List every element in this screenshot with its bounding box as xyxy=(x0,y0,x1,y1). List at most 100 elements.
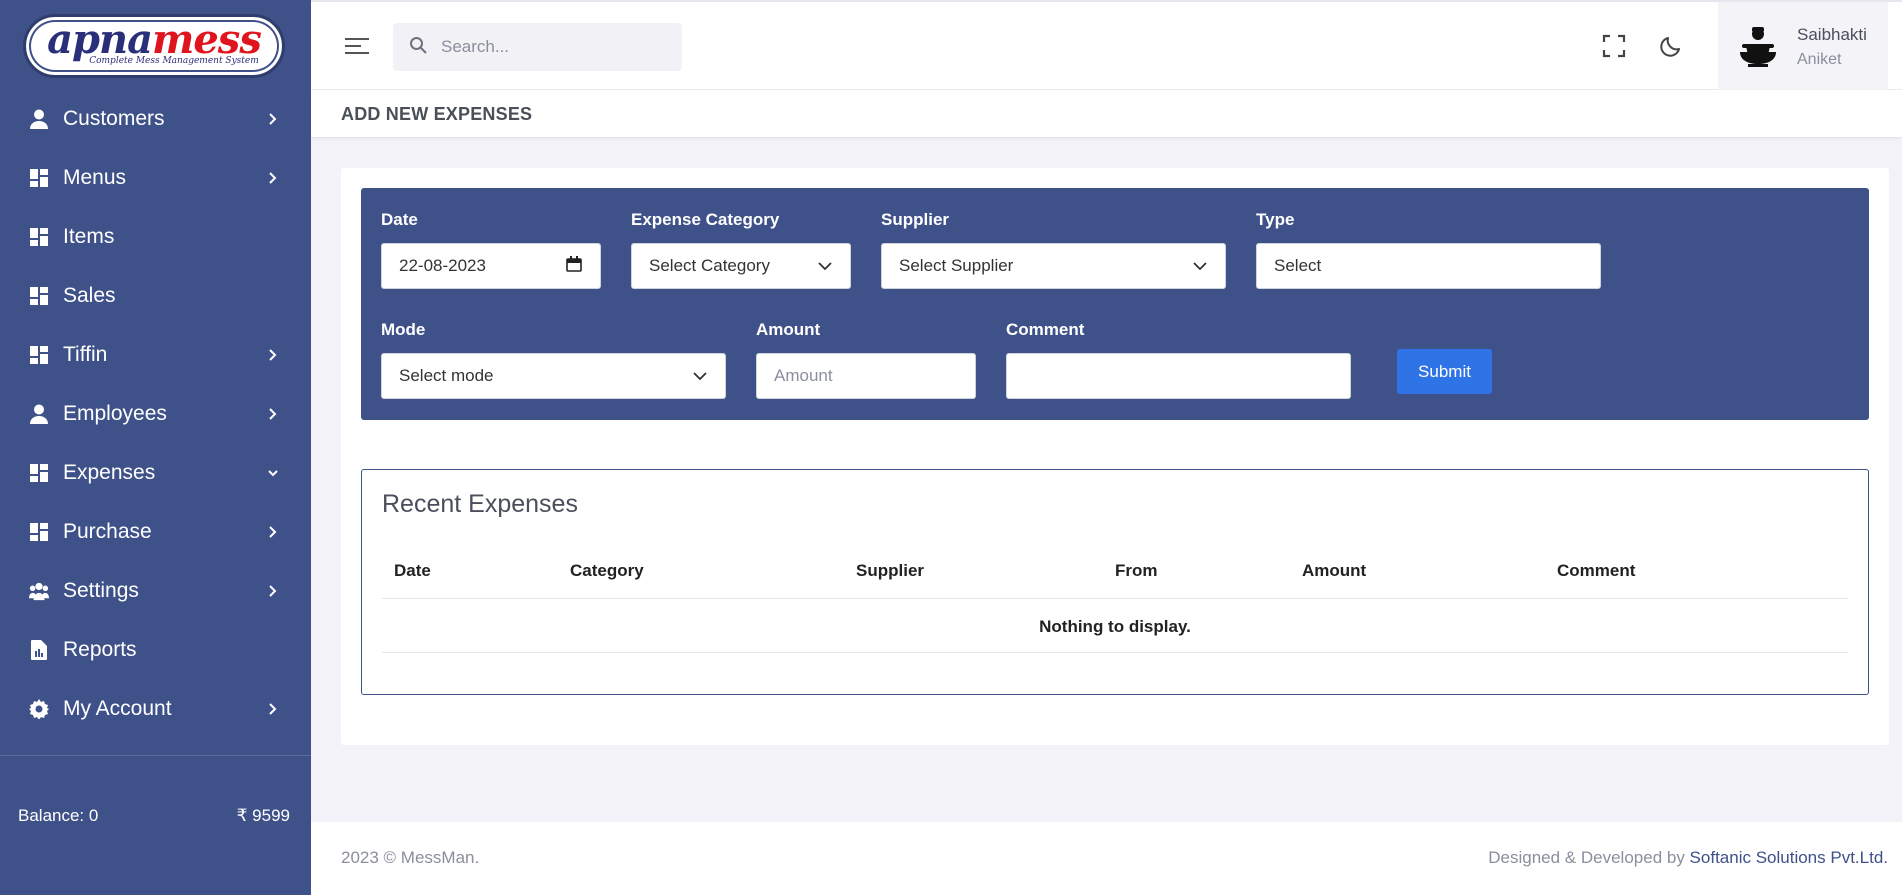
sidebar-item-label: Items xyxy=(63,224,115,248)
add-expense-form: Date 22-08-2023 Expense Category Select … xyxy=(361,188,1869,420)
sidebar-nav: Customers Menus Items Sales Tiffin Emplo… xyxy=(0,89,311,738)
balance-label: Balance: 0 xyxy=(18,806,99,825)
chevron-down-icon xyxy=(1193,256,1207,276)
balance-amount: ₹ 9599 xyxy=(236,806,290,825)
chevron-down-icon xyxy=(693,366,707,386)
sidebar-item-label: Expenses xyxy=(63,460,156,484)
hamburger-menu-icon[interactable] xyxy=(345,35,369,57)
search-box xyxy=(393,23,682,71)
search-icon xyxy=(409,36,427,59)
calendar-icon[interactable] xyxy=(566,255,582,277)
sidebar-item-expenses[interactable]: Expenses xyxy=(0,443,311,502)
sidebar-item-label: Menus xyxy=(63,165,127,189)
expense-category-label: Expense Category xyxy=(631,210,780,229)
chevron-right-icon xyxy=(265,347,281,363)
sidebar-item-my-account[interactable]: My Account xyxy=(0,679,311,738)
column-header-category: Category xyxy=(570,561,644,580)
dashboard-icon xyxy=(29,168,49,188)
top-header: Saibhakti Aniket xyxy=(311,0,1902,91)
sidebar-item-sales[interactable]: Sales xyxy=(0,266,311,325)
table-divider xyxy=(382,652,1848,653)
page-title-bar: ADD NEW EXPENSES xyxy=(311,90,1902,138)
chevron-right-icon xyxy=(265,406,281,422)
expense-category-value: Select Category xyxy=(649,256,770,275)
column-header-amount: Amount xyxy=(1302,561,1367,580)
dashboard-icon xyxy=(29,463,49,483)
sidebar-item-menus[interactable]: Menus xyxy=(0,148,311,207)
main-card: Date 22-08-2023 Expense Category Select … xyxy=(341,168,1889,745)
chevron-right-icon xyxy=(265,701,281,717)
search-input[interactable] xyxy=(441,37,661,57)
sidebar: apnamess Complete Mess Management System… xyxy=(0,0,311,895)
company-link[interactable]: Softanic Solutions Pvt.Ltd. xyxy=(1690,848,1888,867)
date-field[interactable]: 22-08-2023 xyxy=(381,243,601,289)
credit-prefix: Designed & Developed by xyxy=(1488,848,1690,867)
footer: 2023 © MessMan. Designed & Developed by … xyxy=(311,822,1902,895)
mode-label: Mode xyxy=(381,320,426,339)
sidebar-item-label: Sales xyxy=(63,283,116,307)
amount-placeholder: Amount xyxy=(774,366,833,385)
date-value: 22-08-2023 xyxy=(399,256,486,275)
date-label: Date xyxy=(381,210,418,229)
type-select[interactable]: Select xyxy=(1256,243,1601,289)
sidebar-item-label: Tiffin xyxy=(63,342,108,366)
copyright-text: 2023 © MessMan. xyxy=(341,848,480,867)
sidebar-item-purchase[interactable]: Purchase xyxy=(0,502,311,561)
sidebar-item-label: Employees xyxy=(63,401,167,425)
chevron-right-icon xyxy=(265,170,281,186)
comment-label: Comment xyxy=(1006,320,1085,339)
chevron-right-icon xyxy=(265,524,281,540)
sidebar-item-label: Settings xyxy=(63,578,139,602)
logo-tagline: Complete Mess Management System xyxy=(89,55,259,66)
sidebar-item-customers[interactable]: Customers xyxy=(0,89,311,148)
column-header-from: From xyxy=(1115,561,1158,580)
sidebar-item-tiffin[interactable]: Tiffin xyxy=(0,325,311,384)
user-icon xyxy=(29,404,49,424)
mode-value: Select mode xyxy=(399,366,494,385)
dashboard-icon xyxy=(29,286,49,306)
sidebar-item-label: Customers xyxy=(63,106,165,130)
supplier-value: Select Supplier xyxy=(899,256,1014,275)
avatar xyxy=(1738,26,1778,68)
balance-panel: Balance: 0 ₹ 9599 xyxy=(0,755,311,895)
users-icon xyxy=(29,581,49,601)
user-role: Aniket xyxy=(1797,51,1842,68)
sidebar-item-items[interactable]: Items xyxy=(0,207,311,266)
sidebar-item-employees[interactable]: Employees xyxy=(0,384,311,443)
sidebar-item-label: Reports xyxy=(63,637,137,661)
user-menu[interactable]: Saibhakti Aniket xyxy=(1718,2,1888,91)
table-divider xyxy=(382,598,1848,599)
page-title: ADD NEW EXPENSES xyxy=(341,104,533,124)
dashboard-icon xyxy=(29,522,49,542)
column-header-comment: Comment xyxy=(1557,561,1636,580)
fullscreen-icon[interactable] xyxy=(1602,34,1626,58)
credit-text: Designed & Developed by Softanic Solutio… xyxy=(1488,848,1888,868)
empty-table-message: Nothing to display. xyxy=(1039,617,1191,636)
submit-button[interactable]: Submit xyxy=(1397,349,1492,394)
column-header-date: Date xyxy=(394,561,431,580)
type-value: Select xyxy=(1274,256,1322,275)
sidebar-item-label: My Account xyxy=(63,696,172,720)
logo-text: apnamess xyxy=(47,19,262,59)
supplier-select[interactable]: Select Supplier xyxy=(881,243,1226,289)
recent-expenses-title: Recent Expenses xyxy=(382,490,578,518)
expense-category-select[interactable]: Select Category xyxy=(631,243,851,289)
dashboard-icon xyxy=(29,227,49,247)
supplier-label: Supplier xyxy=(881,210,950,229)
mode-select[interactable]: Select mode xyxy=(381,353,726,399)
comment-field[interactable] xyxy=(1006,353,1351,399)
logo[interactable]: apnamess Complete Mess Management System xyxy=(23,14,285,78)
chevron-down-icon xyxy=(818,256,832,276)
sidebar-item-reports[interactable]: Reports xyxy=(0,620,311,679)
gear-icon xyxy=(29,698,49,719)
sidebar-item-label: Purchase xyxy=(63,519,152,543)
chevron-right-icon xyxy=(265,111,281,127)
recent-expenses-panel: Recent Expenses Date Category Supplier F… xyxy=(361,469,1869,695)
user-icon xyxy=(29,109,49,129)
report-icon xyxy=(29,639,49,660)
sidebar-item-settings[interactable]: Settings xyxy=(0,561,311,620)
amount-field[interactable]: Amount xyxy=(756,353,976,399)
dark-mode-moon-icon[interactable] xyxy=(1659,34,1683,58)
dashboard-icon xyxy=(29,345,49,365)
chevron-right-icon xyxy=(265,583,281,599)
